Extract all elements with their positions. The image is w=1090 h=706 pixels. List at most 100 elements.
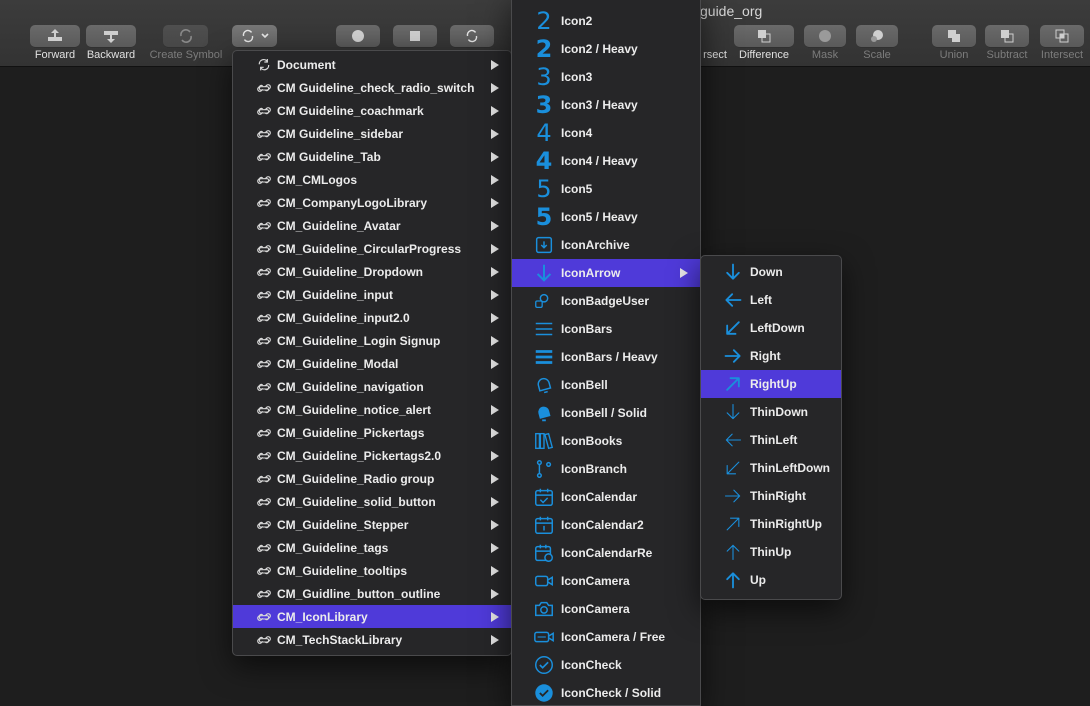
scale-button[interactable] [856,25,898,47]
icon-preview: 5 [532,205,556,229]
icon-menu-item-label: IconBell [561,378,608,392]
menu-item[interactable]: CM_Guideline_Dropdown [233,260,511,283]
icon-menu-item[interactable]: IconBars / Heavy [512,343,700,371]
arrow-menu-item[interactable]: Up [701,566,841,594]
icon-menu-item[interactable]: IconBadgeUser [512,287,700,315]
menu-item[interactable]: CM_Guideline_Login Signup [233,329,511,352]
menu-item[interactable]: CM_Guideline_Radio group [233,467,511,490]
forward-button[interactable] [30,25,80,47]
arrow-menu-item[interactable]: Right [701,342,841,370]
arrow-menu-item[interactable]: RightUp [701,370,841,398]
subtract-button[interactable] [985,25,1029,47]
menu-item[interactable]: CM Guideline_check_radio_switch [233,76,511,99]
menu-item[interactable]: CM_IconLibrary [233,605,511,628]
icon-menu-item[interactable]: IconCheck [512,651,700,679]
menu-item-label: CM_Guideline_Avatar [277,218,401,233]
arrow-menu-item[interactable]: LeftDown [701,314,841,342]
arrow-menu-item[interactable]: ThinLeft [701,426,841,454]
menu-item[interactable]: CM_TechStackLibrary [233,628,511,651]
icon-menu-item[interactable]: IconArchive [512,231,700,259]
number-5-heavy-icon: 5 [535,203,553,231]
menu-item-label: CM_Guideline_tooltips [277,563,408,578]
arrow-menu-item[interactable]: ThinUp [701,538,841,566]
menu-item-label: CM_Guideline_Radio group [277,471,435,486]
icon-menu-item[interactable]: 3 Icon3 [512,63,700,91]
menu-item[interactable]: CM_Guideline_CircularProgress [233,237,511,260]
menu-item[interactable]: CM Guideline_coachmark [233,99,511,122]
icon-menu-item-label: IconBars [561,322,613,336]
submenu-arrow-icon [491,588,499,599]
icon-menu-item[interactable]: IconCalendar [512,483,700,511]
bars-heavy-icon [535,350,553,364]
link-icon [257,635,271,644]
symbol-library-icon [256,609,272,625]
menu-item[interactable]: CM Guideline_Tab [233,145,511,168]
menu-item[interactable]: CM_CMLogos [233,168,511,191]
camera-free-icon [534,631,554,643]
insert-symbol-dropdown[interactable] [232,25,277,47]
menu-item[interactable]: CM_Guideline_Stepper [233,513,511,536]
icon-menu-item[interactable]: IconCalendar2 [512,511,700,539]
menu-item[interactable]: CM_Guideline_solid_button [233,490,511,513]
toolbar-button-edit[interactable] [336,25,380,47]
icon-menu-item[interactable]: 3 Icon3 / Heavy [512,91,700,119]
icon-menu-item[interactable]: 4 Icon4 / Heavy [512,147,700,175]
number-5-icon: 5 [536,175,552,203]
arrow-menu-item[interactable]: ThinRightUp [701,510,841,538]
menu-item[interactable]: CM_Guideline_input2.0 [233,306,511,329]
menu-item[interactable]: CM_Guidline_button_outline [233,582,511,605]
union-button[interactable] [932,25,976,47]
forward-layer-icon [48,29,62,41]
arrow-menu-item[interactable]: ThinRight [701,482,841,510]
menu-item[interactable]: CM_Guideline_navigation [233,375,511,398]
icon-menu-item[interactable]: IconCheck / Solid [512,679,700,705]
toolbar-button-frame[interactable] [393,25,437,47]
menu-item[interactable]: CM_Guideline_Avatar [233,214,511,237]
mask-button[interactable] [804,25,846,47]
arrow-menu-item[interactable]: Left [701,286,841,314]
menu-item[interactable]: CM_Guideline_tooltips [233,559,511,582]
menu-item[interactable]: CM Guideline_sidebar [233,122,511,145]
icon-menu-item[interactable]: 5 Icon5 / Heavy [512,203,700,231]
icon-menu-item[interactable]: IconCamera / Free [512,623,700,651]
icon-menu-item[interactable]: IconCalendarRe [512,539,700,567]
symbol-library-icon [256,149,272,165]
icon-menu-item[interactable]: IconBell [512,371,700,399]
symbol-library-icon [256,356,272,372]
menu-item[interactable]: Document [233,53,511,76]
intersect-button[interactable] [1040,25,1084,47]
backward-button[interactable] [86,25,136,47]
submenu-arrow-icon [491,381,499,392]
icon-preview: 5 [532,177,556,201]
icon-menu-item[interactable]: IconArrow [512,259,700,287]
icon-preview [722,373,744,395]
arrow-menu-item[interactable]: Down [701,258,841,286]
menu-item-label: CM_Guideline_Modal [277,356,399,371]
icon-menu-item[interactable]: IconCamera [512,567,700,595]
toolbar-button-rotate[interactable] [450,25,494,47]
menu-item[interactable]: CM_Guideline_input [233,283,511,306]
link-icon [257,290,271,299]
icon-menu-item[interactable]: 2 Icon2 [512,7,700,35]
menu-item[interactable]: CM_Guideline_notice_alert [233,398,511,421]
icon-menu-item[interactable]: IconBooks [512,427,700,455]
arrow-menu-item-label: ThinRightUp [750,517,822,531]
arrow-menu-item[interactable]: ThinLeftDown [701,454,841,482]
create-symbol-button[interactable] [163,25,208,47]
icon-menu-item[interactable]: IconCamera [512,595,700,623]
icon-menu-item[interactable]: IconBell / Solid [512,399,700,427]
icon-menu-item[interactable]: 4 Icon4 [512,119,700,147]
menu-item[interactable]: CM_Guideline_Pickertags [233,421,511,444]
menu-item[interactable]: CM_CompanyLogoLibrary [233,191,511,214]
difference-button[interactable] [734,25,794,47]
menu-item[interactable]: CM_Guideline_Modal [233,352,511,375]
menu-item[interactable]: CM_Guideline_tags [233,536,511,559]
menu-item[interactable]: CM_Guideline_Pickertags2.0 [233,444,511,467]
icon-menu-item[interactable]: IconBars [512,315,700,343]
arrow-menu-item-label: Down [750,265,783,279]
icon-menu-item[interactable]: 5 Icon5 [512,175,700,203]
icon-menu-item[interactable]: 2 Icon2 / Heavy [512,35,700,63]
arrow-menu-item[interactable]: ThinDown [701,398,841,426]
symbol-library-icon [256,103,272,119]
icon-menu-item[interactable]: IconBranch [512,455,700,483]
